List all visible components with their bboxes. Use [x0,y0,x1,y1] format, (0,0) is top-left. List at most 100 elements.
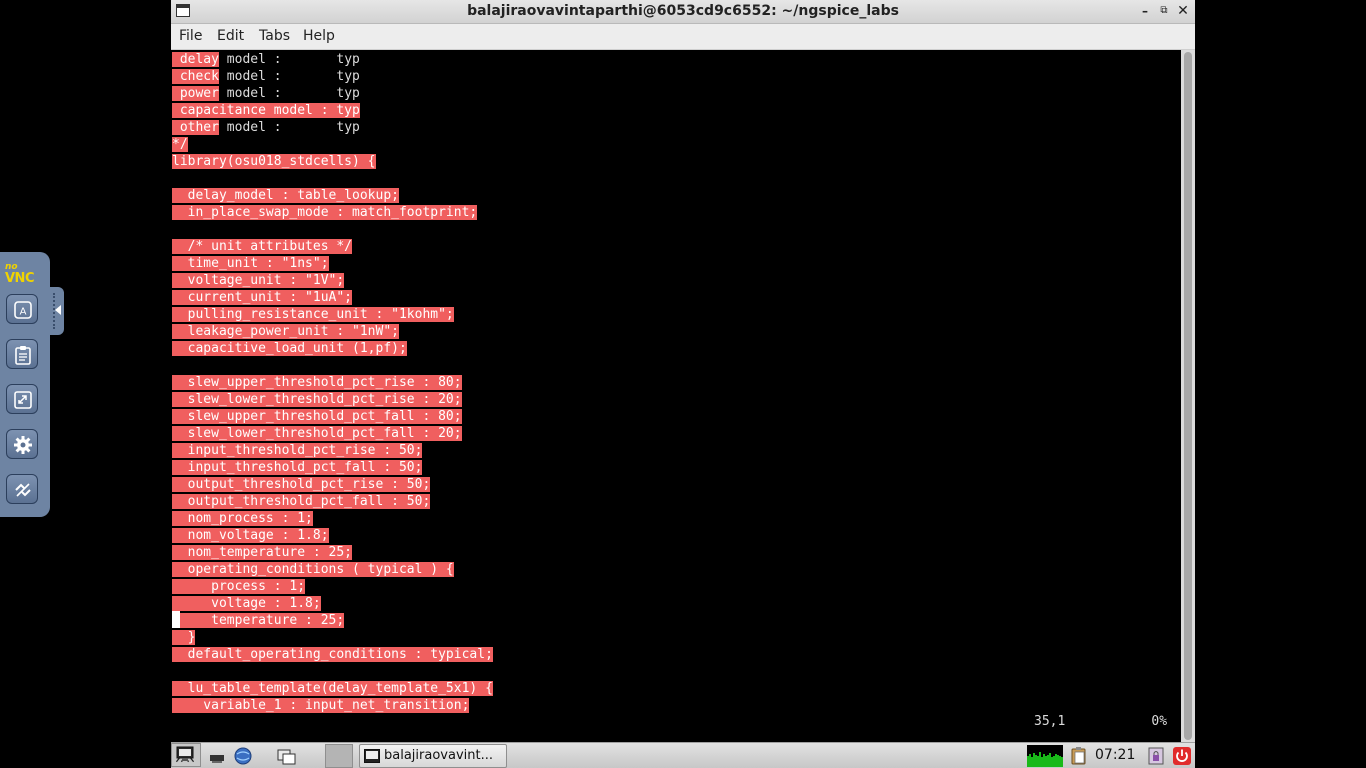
novnc-keyboard-button[interactable]: A [6,294,38,324]
selected-text: pulling_resistance_unit : "1kohm"; [172,307,454,322]
selected-text: nom_voltage : 1.8; [172,528,329,543]
selected-text: input_threshold_pct_fall : 50; [172,460,423,475]
terminal-line: */ [172,136,188,153]
selected-text: temperature : 25; [172,613,345,628]
terminal-line: capacitance model : typ [172,102,360,119]
terminal-line: output_threshold_pct_fall : 50; [172,493,431,510]
terminal-line: time_unit : "1ns"; [172,255,329,272]
novnc-fullscreen-button[interactable] [6,384,38,414]
selected-text: check [172,69,219,84]
cpu-usage-bars [1027,759,1063,767]
menu-bar: File Edit Tabs Help [171,24,1195,50]
terminal-line: in_place_swap_mode : match_footprint; [172,204,478,221]
selected-text: } [172,630,196,645]
selected-text: */ [172,137,188,152]
terminal-line: slew_lower_threshold_pct_rise : 20; [172,391,462,408]
selected-text: slew_upper_threshold_pct_fall : 80; [172,409,462,424]
clipboard-icon [15,346,31,365]
terminal-line: leakage_power_unit : "1nW"; [172,323,399,340]
selected-text: process : 1; [172,579,306,594]
selected-text: variable_1 : input_net_transition; [172,698,470,713]
text-cursor [172,611,180,628]
taskbar: balajiraovavint... 07:21 [171,742,1195,768]
close-button[interactable]: ✕ [1174,2,1192,20]
terminal-line: pulling_resistance_unit : "1kohm"; [172,306,454,323]
selected-text: power [172,86,219,101]
terminal-line: library(osu018_stdcells) { [172,153,376,170]
terminal-line: other model : typ [172,119,360,136]
terminal-line: nom_voltage : 1.8; [172,527,329,544]
selected-text: output_threshold_pct_fall : 50; [172,494,431,509]
taskbar-task-terminal[interactable]: balajiraovavint... [359,744,507,768]
workspace-switcher[interactable] [325,744,353,768]
unselected-text: model : typ [218,86,360,101]
selected-text: library(osu018_stdcells) { [172,154,376,169]
menu-edit[interactable]: Edit [217,28,244,45]
show-desktop-icon[interactable] [207,746,227,766]
selected-text: slew_upper_threshold_pct_rise : 80; [172,375,462,390]
scrollbar-thumb[interactable] [1184,52,1192,740]
terminal-line: operating_conditions ( typical ) { [172,561,454,578]
cpu-monitor [1027,745,1063,767]
selected-text: other [172,120,219,135]
terminal-line: nom_process : 1; [172,510,313,527]
novnc-bar-handle[interactable] [50,287,64,335]
window-switcher-icon[interactable] [277,746,297,766]
cpu-spike [1061,757,1063,759]
novnc-clipboard-button[interactable] [6,339,38,369]
selected-text: slew_lower_threshold_pct_rise : 20; [172,392,462,407]
terminal-line: voltage : 1.8; [172,595,321,612]
novnc-logo-vnc: VNC [5,271,34,286]
terminal-line: output_threshold_pct_rise : 50; [172,476,431,493]
vim-ruler: 35,1 0% [1034,714,1168,729]
novnc-disconnect-button[interactable] [6,474,38,504]
file-manager-icon[interactable] [233,746,253,766]
novnc-settings-button[interactable] [6,429,38,459]
unselected-text: model : typ [218,69,360,84]
terminal-icon [364,749,380,763]
power-icon[interactable] [1172,746,1192,766]
novnc-control-bar: no VNC A [0,252,50,517]
selected-text: capacitive_load_unit (1,pf); [172,341,407,356]
clock[interactable]: 07:21 [1095,746,1135,764]
terminal-line: input_threshold_pct_fall : 50; [172,459,423,476]
taskbar-task-label: balajiraovavint... [384,748,493,763]
selected-text: current_unit : "1uA"; [172,290,353,305]
selected-text: lu_table_template(delay_template_5x1) { [172,681,493,696]
selected-text: input_threshold_pct_rise : 50; [172,443,423,458]
selected-text: leakage_power_unit : "1nW"; [172,324,399,339]
lock-screen-icon[interactable] [1146,746,1166,766]
selected-text: capacitance model : typ [172,103,360,118]
fullscreen-icon [14,391,32,409]
selected-text: output_threshold_pct_rise : 50; [172,477,431,492]
settings-icon [14,436,32,454]
minimize-button[interactable]: – [1136,2,1154,20]
menu-help[interactable]: Help [303,28,335,45]
unselected-text: model : typ [218,120,360,135]
selected-text: voltage_unit : "1V"; [172,273,345,288]
selected-text: slew_lower_threshold_pct_fall : 20; [172,426,462,441]
menu-file[interactable]: File [179,28,202,45]
collapse-arrow-icon [55,305,61,315]
terminal-text-area[interactable]: delay model : typ check model : typ powe… [171,50,1181,742]
menu-tabs[interactable]: Tabs [259,28,290,45]
selected-text: operating_conditions ( typical ) { [172,562,454,577]
terminal-line: capacitive_load_unit (1,pf); [172,340,407,357]
maximize-button[interactable]: ⧉ [1155,2,1173,20]
terminal-line: slew_lower_threshold_pct_fall : 20; [172,425,462,442]
terminal-line: current_unit : "1uA"; [172,289,353,306]
terminal-line: } [172,629,196,646]
terminal-line: variable_1 : input_net_transition; [172,697,470,714]
selected-text: default_operating_conditions : typical; [172,647,493,662]
monitor-icon [176,746,194,761]
clipboard-manager-icon[interactable] [1069,746,1089,766]
vertical-scrollbar[interactable] [1181,50,1195,742]
svg-text:A: A [20,307,27,318]
selected-text: delay [172,52,219,67]
novnc-logo: no VNC [5,262,45,286]
title-bar[interactable]: balajiraovavintaparthi@6053cd9c6552: ~/n… [171,0,1195,24]
selected-text: time_unit : "1ns"; [172,256,329,271]
window-title: balajiraovavintaparthi@6053cd9c6552: ~/n… [467,3,899,19]
keyboard-icon: A [14,301,32,319]
terminal-line: slew_upper_threshold_pct_fall : 80; [172,408,462,425]
